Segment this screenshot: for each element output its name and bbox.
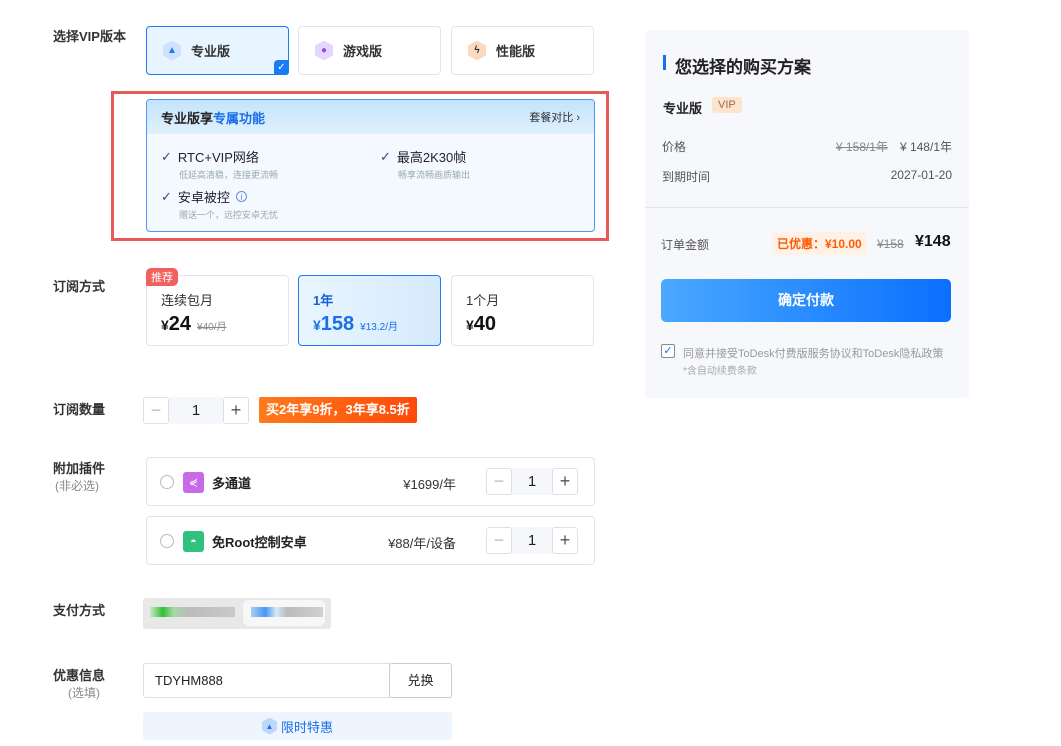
version-label-text: 性能版: [496, 44, 536, 59]
decrement-button[interactable]: −: [486, 527, 512, 554]
agree-checkbox[interactable]: ✓: [661, 344, 675, 358]
increment-button[interactable]: +: [552, 527, 578, 554]
increment-button[interactable]: +: [552, 468, 578, 495]
feature-item: ✓ 最高2K30帧 畅享流畅画质输出: [380, 148, 471, 181]
summary-edition: 专业版: [663, 101, 703, 116]
decrement-button[interactable]: −: [143, 397, 169, 424]
addon-multichannel[interactable]: ⋞ 多通道 ¥1699/年 −1 +: [146, 457, 595, 506]
coupon-note: (选填): [68, 686, 100, 700]
features-title: 专业版享: [161, 110, 214, 126]
gamepad-icon: ●: [315, 40, 333, 61]
quantity-value[interactable]: 1: [169, 397, 223, 424]
limited-offer-button[interactable]: ▲ 限时特惠: [143, 712, 452, 740]
order-summary-panel: [645, 30, 969, 398]
compare-link[interactable]: 套餐对比 ›: [529, 109, 580, 125]
version-pro[interactable]: ▲ 专业版 ✓: [146, 26, 289, 75]
confirm-pay-button[interactable]: 确定付款: [661, 279, 951, 322]
price-row: 价格 ¥ 158/1年 ¥ 148/1年: [662, 140, 952, 154]
version-label-text: 专业版: [191, 44, 231, 59]
decrement-button[interactable]: −: [486, 468, 512, 495]
features-title-highlight: 专属功能: [213, 110, 266, 126]
bolt-icon: ϟ: [468, 40, 486, 61]
quantity-label: 订阅数量: [53, 402, 106, 417]
increment-button[interactable]: +: [223, 397, 249, 424]
divider: [645, 207, 969, 208]
android-icon: ◓: [183, 531, 204, 552]
addon-qty[interactable]: 1: [512, 527, 552, 554]
payment-methods-blurred[interactable]: [143, 598, 331, 629]
addon-qty[interactable]: 1: [512, 468, 552, 495]
addon-android-noroot[interactable]: ◓ 免Root控制安卓 ¥88/年/设备 −1 +: [146, 516, 595, 565]
total-amount: ¥148: [915, 233, 951, 250]
offer-icon: ▲: [261, 717, 277, 735]
pro-icon: ▲: [163, 40, 181, 61]
addon-radio[interactable]: [160, 534, 174, 548]
limited-offer-label: 限时特惠: [280, 719, 333, 735]
multi-year-promo: 买2年享9折，3年享8.5折: [259, 397, 417, 423]
addon-name: 多通道: [212, 476, 252, 491]
agreement-text[interactable]: 同意并接受ToDesk付费版服务协议和ToDesk隐私政策: [683, 345, 943, 361]
total-original: ¥158: [877, 237, 904, 251]
selected-check-icon: ✓: [274, 60, 289, 75]
subscription-label: 订阅方式: [53, 279, 106, 294]
total-label: 订单金额: [661, 238, 710, 252]
addon-radio[interactable]: [160, 475, 174, 489]
addon-name: 免Root控制安卓: [212, 535, 307, 550]
coupon-label: 优惠信息: [53, 668, 106, 683]
plan-yearly[interactable]: 1年 ¥158 ¥13.2/月: [298, 275, 441, 346]
plan-1-month[interactable]: 1个月 ¥40: [451, 275, 594, 346]
vip-badge: VIP: [712, 97, 742, 113]
addon-price: ¥1699/年: [403, 477, 456, 492]
addons-label: 附加插件: [53, 461, 106, 476]
coupon-input[interactable]: TDYHM888: [143, 663, 390, 698]
summary-title: 您选择的购买方案: [675, 58, 811, 77]
quantity-stepper[interactable]: − 1 +: [143, 397, 249, 424]
auto-renew-note: *含自动续费条款: [683, 366, 757, 377]
version-label: 选择VIP版本: [53, 29, 126, 44]
title-accent: [663, 55, 666, 70]
info-icon[interactable]: i: [235, 191, 247, 202]
redeem-button[interactable]: 兑换: [389, 663, 452, 698]
version-label-text: 游戏版: [343, 44, 383, 59]
addon-price: ¥88/年/设备: [388, 536, 456, 551]
feature-item: ✓ 安卓被控 i 赠送一个，远控安卓无忧: [161, 188, 279, 221]
version-game[interactable]: ● 游戏版: [298, 26, 441, 75]
payment-label: 支付方式: [53, 603, 106, 618]
discount-badge: 已优惠：¥10.00: [772, 232, 867, 255]
addon-qty-stepper[interactable]: −1 +: [486, 468, 578, 495]
feature-item: ✓ RTC+VIP网络 低延高清稳，连接更流畅: [161, 148, 279, 181]
multichannel-icon: ⋞: [183, 472, 204, 493]
recommend-badge: 推荐: [146, 268, 178, 286]
addon-qty-stepper[interactable]: −1 +: [486, 527, 578, 554]
addons-note: (非必选): [55, 479, 99, 493]
expire-row: 到期时间 2027-01-20: [662, 168, 952, 184]
version-performance[interactable]: ϟ 性能版: [451, 26, 594, 75]
